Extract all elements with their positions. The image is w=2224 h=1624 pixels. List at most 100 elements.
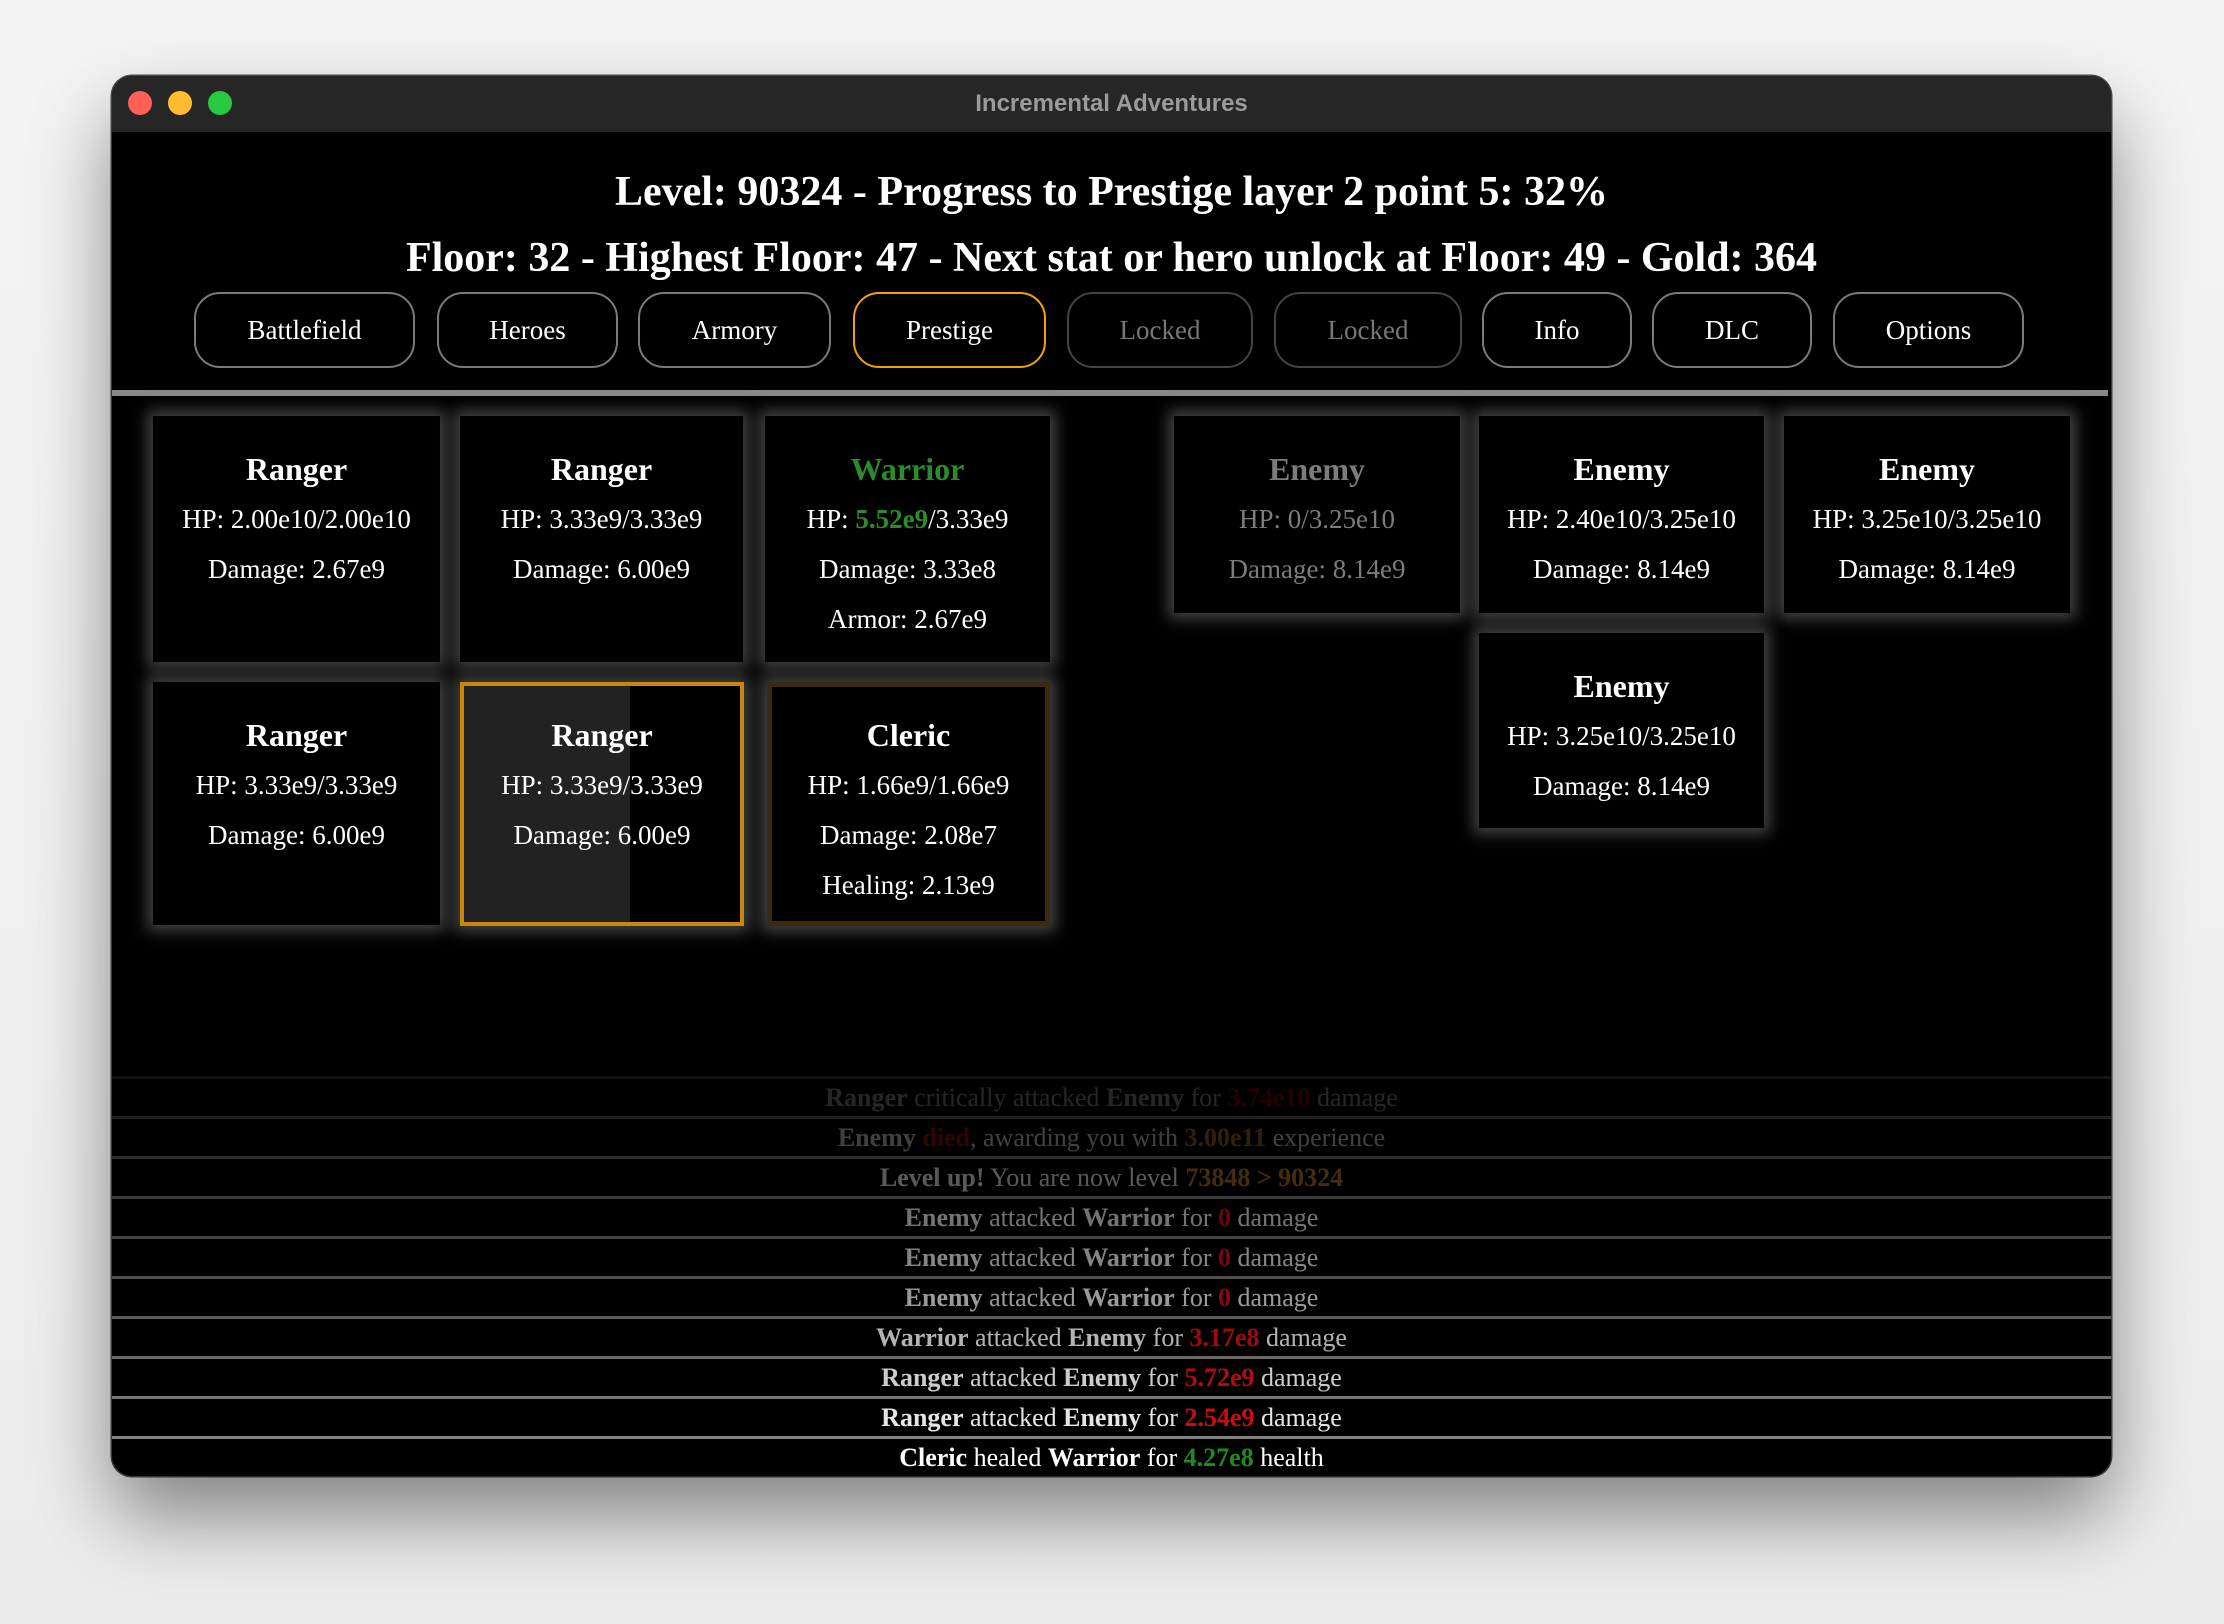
log-value: 0 xyxy=(1218,1243,1231,1272)
log-entry-text: Warrior attacked Enemy for 3.17e8 damage xyxy=(876,1323,1347,1352)
log-text: for xyxy=(1174,1243,1218,1272)
tab-battlefield[interactable]: Battlefield xyxy=(194,292,415,368)
log-text: attacked xyxy=(982,1283,1083,1312)
combat-log[interactable]: Ranger critically attacked Enemy for 3.7… xyxy=(112,1076,2111,1476)
enemy-card-dead[interactable]: Enemy HP: 0/3.25e10 Damage: 8.14e9 xyxy=(1174,416,1460,613)
hero-damage: Damage: 6.00e9 xyxy=(513,554,690,584)
hero-hp: HP: 3.33e9/3.33e9 xyxy=(500,504,703,534)
enemy-name: Enemy xyxy=(1269,451,1365,487)
tab-prestige[interactable]: Prestige xyxy=(853,292,1046,368)
hero-damage: Damage: 2.08e7 xyxy=(820,820,997,850)
log-entry-text: Enemy died, awarding you with 3.00e11 ex… xyxy=(838,1123,1385,1152)
tab-armory[interactable]: Armory xyxy=(638,292,831,368)
log-text: critically attacked xyxy=(907,1083,1107,1112)
title-bar[interactable]: Incremental Adventures xyxy=(112,76,2111,132)
log-text: for xyxy=(1146,1323,1190,1352)
log-entry-text: Ranger critically attacked Enemy for 3.7… xyxy=(825,1083,1398,1112)
hero-card[interactable]: Cleric HP: 1.66e9/1.66e9 Damage: 2.08e7 … xyxy=(767,682,1050,926)
app-window: Incremental Adventures Level: 90324 - Pr… xyxy=(112,76,2111,1476)
log-text: for xyxy=(1140,1443,1184,1472)
hero-damage: Damage: 2.67e9 xyxy=(208,554,385,584)
log-text: health xyxy=(1253,1443,1324,1472)
enemy-name: Enemy xyxy=(1573,451,1670,487)
hero-card-selected[interactable]: Ranger HP: 3.33e9/3.33e9 Damage: 6.00e9 xyxy=(460,682,744,926)
log-text: attacked xyxy=(968,1323,1069,1352)
hero-name: Ranger xyxy=(245,451,348,487)
log-text: , awarding you with xyxy=(970,1123,1185,1152)
hero-card[interactable]: Warrior HP: 5.52e9/3.33e9 Damage: 3.33e8… xyxy=(765,416,1050,662)
log-text: damage xyxy=(1310,1083,1398,1112)
log-actor: Warrior xyxy=(1082,1203,1175,1232)
hero-card[interactable]: Ranger HP: 2.00e10/2.00e10 Damage: 2.67e… xyxy=(153,416,440,662)
enemy-card[interactable]: Enemy HP: 3.25e10/3.25e10 Damage: 8.14e9 xyxy=(1479,633,1764,828)
tab-info[interactable]: Info xyxy=(1482,292,1632,368)
log-entry: Cleric healed Warrior for 4.27e8 health xyxy=(112,1436,2111,1476)
log-actor: Warrior xyxy=(1047,1443,1141,1472)
window-title: Incremental Adventures xyxy=(975,90,1248,117)
hero-name: Cleric xyxy=(866,717,951,753)
hero-damage: Damage: 6.00e9 xyxy=(513,820,691,850)
log-actor: Ranger xyxy=(881,1363,964,1392)
log-entry: Ranger attacked Enemy for 5.72e9 damage xyxy=(112,1356,2111,1396)
enemy-card[interactable]: Enemy HP: 3.25e10/3.25e10 Damage: 8.14e9 xyxy=(1784,416,2070,613)
tab-options[interactable]: Options xyxy=(1833,292,2024,368)
log-actor: Enemy xyxy=(837,1123,916,1152)
log-actor: Cleric xyxy=(899,1443,968,1472)
hero-damage: Damage: 3.33e8 xyxy=(819,554,996,584)
log-actor: Enemy xyxy=(1068,1323,1147,1352)
log-value: 3.00e11 xyxy=(1184,1123,1267,1152)
enemy-hp: HP: 3.25e10/3.25e10 xyxy=(1507,721,1736,751)
log-text: damage xyxy=(1259,1323,1347,1352)
enemy-name: Enemy xyxy=(1879,451,1975,487)
log-text: for xyxy=(1141,1363,1185,1392)
tab-locked-1[interactable]: Locked xyxy=(1067,292,1253,368)
log-entry: Level up! You are now level 73848 > 9032… xyxy=(112,1156,2111,1196)
log-text: damage xyxy=(1254,1403,1342,1432)
log-actor: Enemy xyxy=(904,1283,983,1312)
hero-hp: HP: 2.00e10/2.00e10 xyxy=(182,504,411,534)
hero-name: Ranger xyxy=(550,451,653,487)
enemy-damage: Damage: 8.14e9 xyxy=(1838,554,2016,584)
hero-hp: HP: 1.66e9/1.66e9 xyxy=(807,770,1010,800)
log-text: for xyxy=(1174,1203,1218,1232)
enemy-card[interactable]: Enemy HP: 2.40e10/3.25e10 Damage: 8.14e9 xyxy=(1479,416,1764,613)
log-entry: Ranger attacked Enemy for 2.54e9 damage xyxy=(112,1396,2111,1436)
tab-dlc[interactable]: DLC xyxy=(1652,292,1812,368)
log-entry-text: Enemy attacked Warrior for 0 damage xyxy=(905,1283,1319,1312)
log-text: attacked xyxy=(982,1243,1083,1272)
log-value: 0 xyxy=(1218,1283,1231,1312)
hero-hp: HP: 3.33e9/3.33e9 xyxy=(195,770,398,800)
log-value: 3.74e10 xyxy=(1227,1083,1311,1112)
tab-locked-2[interactable]: Locked xyxy=(1274,292,1462,368)
log-value: 4.27e8 xyxy=(1183,1443,1254,1472)
enemy-hp: HP: 0/3.25e10 xyxy=(1238,504,1395,534)
log-value: 3.17e8 xyxy=(1189,1323,1260,1352)
log-entry-text: Level up! You are now level 73848 > 9032… xyxy=(880,1163,1343,1192)
log-actor: Enemy xyxy=(904,1203,983,1232)
enemy-hp: HP: 3.25e10/3.25e10 xyxy=(1812,504,2042,534)
floor-gold-status: Floor: 32 - Highest Floor: 47 - Next sta… xyxy=(405,235,1818,281)
hero-damage: Damage: 6.00e9 xyxy=(208,820,385,850)
enemy-damage: Damage: 8.14e9 xyxy=(1533,771,1710,801)
log-text: attacked xyxy=(982,1203,1083,1232)
hero-name: Warrior xyxy=(850,451,965,487)
log-text: experience xyxy=(1266,1123,1386,1152)
level-progress-status: Level: 90324 - Progress to Prestige laye… xyxy=(614,169,1609,215)
log-actor: Enemy xyxy=(904,1243,983,1272)
hero-hp: HP: 5.52e9/3.33e9 xyxy=(806,504,1009,534)
main-tabs: Battlefield Heroes Armory Prestige Locke… xyxy=(112,292,2111,368)
log-actor: Enemy xyxy=(1063,1363,1142,1392)
tab-heroes[interactable]: Heroes xyxy=(437,292,618,368)
hero-card[interactable]: Ranger HP: 3.33e9/3.33e9 Damage: 6.00e9 xyxy=(460,416,743,662)
log-text: You are now level xyxy=(984,1163,1186,1192)
enemy-hp: HP: 2.40e10/3.25e10 xyxy=(1507,504,1736,534)
log-entry: Enemy died, awarding you with 3.00e11 ex… xyxy=(112,1116,2111,1156)
game-content: Level: 90324 - Progress to Prestige laye… xyxy=(112,132,2111,1476)
log-entry-text: Enemy attacked Warrior for 0 damage xyxy=(905,1203,1319,1232)
hero-card[interactable]: Ranger HP: 3.33e9/3.33e9 Damage: 6.00e9 xyxy=(153,682,440,925)
log-entry: Ranger critically attacked Enemy for 3.7… xyxy=(112,1076,2111,1116)
log-entry-text: Enemy attacked Warrior for 0 damage xyxy=(905,1243,1319,1272)
log-text: damage xyxy=(1254,1363,1342,1392)
log-text: for xyxy=(1174,1283,1218,1312)
log-text: damage xyxy=(1231,1243,1319,1272)
